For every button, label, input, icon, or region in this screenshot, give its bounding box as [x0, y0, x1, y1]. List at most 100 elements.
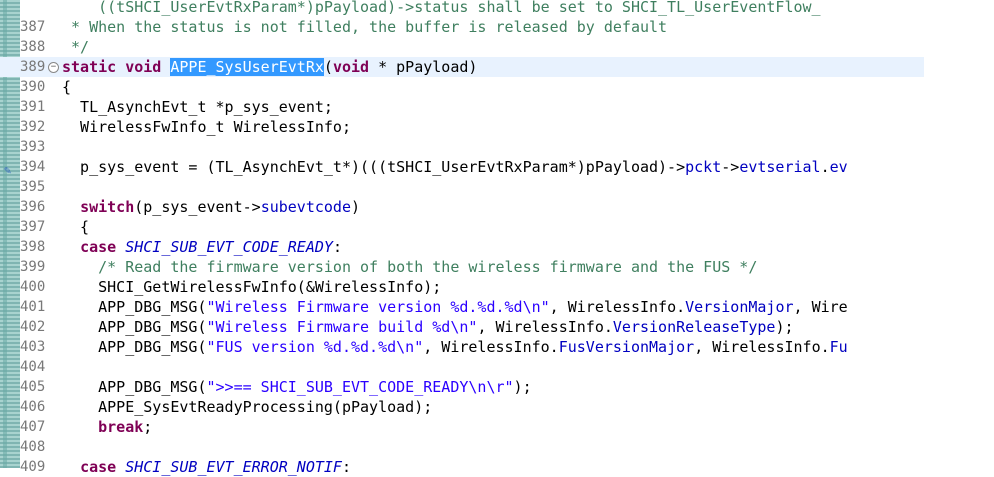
code-text[interactable]: WirelessFwInfo_t WirelessInfo; — [62, 117, 351, 137]
code-text[interactable]: APPE_SysEvtReadyProcessing(pPayload); — [62, 397, 432, 417]
code-token: p_sys_event = (TL_AsynchEvt_t*)(((tSHCI_… — [62, 158, 686, 176]
code-line[interactable]: 409 case SHCI_SUB_EVT_ERROR_NOTIF: — [0, 457, 994, 477]
code-line[interactable]: 407 break; — [0, 417, 994, 437]
code-line[interactable]: 390 { — [0, 77, 994, 97]
code-token: , WirelessInfo. — [477, 318, 613, 336]
line-number: 399 — [20, 259, 46, 275]
code-token: : — [332, 238, 342, 256]
code-token: (p_sys_event-> — [134, 198, 261, 216]
code-token: * When the status is not filled, the buf… — [62, 18, 668, 36]
code-token: static — [62, 58, 117, 76]
line-number: 395 — [20, 179, 46, 195]
code-text[interactable]: SHCI_GetWirelessFwInfo(&WirelessInfo); — [62, 277, 441, 297]
code-line[interactable]: 396 switch(p_sys_event->subevtcode) — [0, 197, 994, 217]
code-line[interactable]: 401 APP_DBG_MSG("Wireless Firmware versi… — [0, 297, 994, 317]
code-token: APP_DBG_MSG( — [62, 378, 207, 396]
code-token: SHCI_SUB_EVT_CODE_READY — [125, 238, 333, 256]
code-token: case — [80, 238, 117, 256]
code-text[interactable]: case SHCI_SUB_EVT_ERROR_NOTIF: — [62, 457, 351, 477]
code-line[interactable]: 388 */ — [0, 37, 994, 57]
code-text[interactable]: switch(p_sys_event->subevtcode) — [62, 197, 360, 217]
code-token: VersionMajor — [685, 298, 794, 316]
code-token: : — [341, 458, 351, 476]
code-token: , WirelessInfo. — [694, 338, 830, 356]
code-token: APPE_SysUserEvtRx — [170, 58, 324, 76]
line-number: 392 — [20, 119, 46, 135]
line-number: 388 — [20, 39, 46, 55]
line-number: 408 — [20, 439, 46, 455]
code-token: -> — [721, 158, 740, 176]
code-token: ev — [829, 158, 848, 176]
code-token: case — [80, 458, 117, 476]
code-line[interactable]: 404 — [0, 357, 994, 377]
code-token: , WirelessInfo. — [549, 298, 686, 316]
code-text[interactable]: APP_DBG_MSG("FUS version %d.%d.%d\n", Wi… — [62, 337, 848, 357]
collapse-minus-icon[interactable]: − — [48, 62, 59, 73]
code-token: ((tSHCI_UserEvtRxParam*)pPayload)->statu… — [62, 0, 821, 16]
line-number: 407 — [20, 419, 46, 435]
code-token: * pPayload) — [369, 58, 478, 76]
code-line[interactable]: 402 APP_DBG_MSG("Wireless Firmware build… — [0, 317, 994, 337]
code-token: ; — [143, 418, 153, 436]
code-line[interactable]: 400 SHCI_GetWirelessFwInfo(&WirelessInfo… — [0, 277, 994, 297]
code-line[interactable]: ((tSHCI_UserEvtRxParam*)pPayload)->statu… — [0, 0, 994, 17]
code-text[interactable]: break; — [62, 417, 152, 437]
code-token: APPE_SysEvtReadyProcessing(pPayload); — [62, 398, 433, 416]
code-token: /* Read the firmware version of both the… — [98, 258, 758, 276]
code-token: break — [98, 418, 144, 436]
code-text[interactable]: p_sys_event = (TL_AsynchEvt_t*)(((tSHCI_… — [62, 157, 848, 177]
code-token: "Wireless Firmware version %d.%d.%d\n" — [206, 298, 550, 316]
code-text[interactable]: static void APPE_SysUserEvtRx(void * pPa… — [62, 57, 477, 77]
code-token: ); — [775, 318, 794, 336]
code-text[interactable]: /* Read the firmware version of both the… — [62, 257, 757, 277]
code-line[interactable]: 391 TL_AsynchEvt_t *p_sys_event; — [0, 97, 994, 117]
code-line[interactable]: 394 ✎ p_sys_event = (TL_AsynchEvt_t*)(((t… — [0, 157, 994, 177]
code-text[interactable]: APP_DBG_MSG(">>== SHCI_SUB_EVT_CODE_READ… — [62, 377, 532, 397]
code-text[interactable]: TL_AsynchEvt_t *p_sys_event; — [62, 97, 333, 117]
code-line[interactable]: 393 — [0, 137, 994, 157]
line-number: 406 — [20, 399, 46, 415]
code-line[interactable]: 406 APPE_SysEvtReadyProcessing(pPayload)… — [0, 397, 994, 417]
code-line[interactable]: 399 /* Read the firmware version of both… — [0, 257, 994, 277]
code-token: { — [62, 78, 72, 96]
code-token: switch — [80, 198, 135, 216]
code-line[interactable]: 395 — [0, 177, 994, 197]
code-line[interactable]: 397 { — [0, 217, 994, 237]
code-token: { — [62, 218, 90, 236]
code-token: evtserial — [739, 158, 821, 176]
code-text[interactable]: APP_DBG_MSG("Wireless Firmware build %d\… — [62, 317, 794, 337]
code-token: void — [332, 58, 370, 76]
code-line[interactable]: 389− static void APPE_SysUserEvtRx(void *… — [0, 57, 924, 77]
line-number: 409 — [20, 459, 46, 475]
code-token: TL_AsynchEvt_t *p_sys_event; — [62, 98, 333, 116]
code-line[interactable]: 392 WirelessFwInfo_t WirelessInfo; — [0, 117, 994, 137]
code-text[interactable]: case SHCI_SUB_EVT_CODE_READY: — [62, 237, 342, 257]
line-number: 400 — [20, 279, 46, 295]
code-line[interactable]: 405 APP_DBG_MSG(">>== SHCI_SUB_EVT_CODE_… — [0, 377, 994, 397]
code-token: VersionReleaseType — [612, 318, 776, 336]
line-number: 403 — [20, 339, 46, 355]
code-line[interactable]: 387 * When the status is not filled, the… — [0, 17, 994, 37]
code-token: , Wire — [793, 298, 848, 316]
code-line[interactable]: 408 — [0, 437, 994, 457]
code-text[interactable]: * When the status is not filled, the buf… — [62, 17, 667, 37]
line-number: 398 — [20, 239, 46, 255]
code-token: APP_DBG_MSG( — [62, 298, 207, 316]
code-text[interactable]: { — [62, 77, 71, 97]
code-text[interactable]: */ — [62, 37, 89, 57]
code-line[interactable]: 403 APP_DBG_MSG("FUS version %d.%d.%d\n"… — [0, 337, 994, 357]
code-token: pckt — [685, 158, 722, 176]
code-editor[interactable]: ((tSHCI_UserEvtRxParam*)pPayload)->statu… — [0, 0, 994, 476]
code-text[interactable]: ((tSHCI_UserEvtRxParam*)pPayload)->statu… — [62, 0, 821, 17]
code-token: ) — [351, 198, 361, 216]
code-text[interactable]: APP_DBG_MSG("Wireless Firmware version %… — [62, 297, 848, 317]
code-line[interactable]: 398 case SHCI_SUB_EVT_CODE_READY: — [0, 237, 994, 257]
code-text[interactable]: { — [62, 217, 89, 237]
line-number: 396 — [20, 199, 46, 215]
